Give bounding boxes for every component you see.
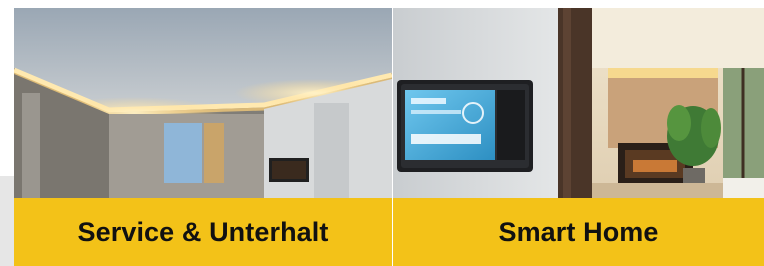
tile-smart-home[interactable]: Smart Home [393, 8, 764, 266]
tile-title-service: Service & Unterhalt [14, 198, 392, 266]
tile-service-unterhalt[interactable]: Service & Unterhalt [14, 8, 392, 266]
tile-title-smart-home: Smart Home [393, 198, 764, 266]
side-gray-panel [0, 176, 14, 266]
